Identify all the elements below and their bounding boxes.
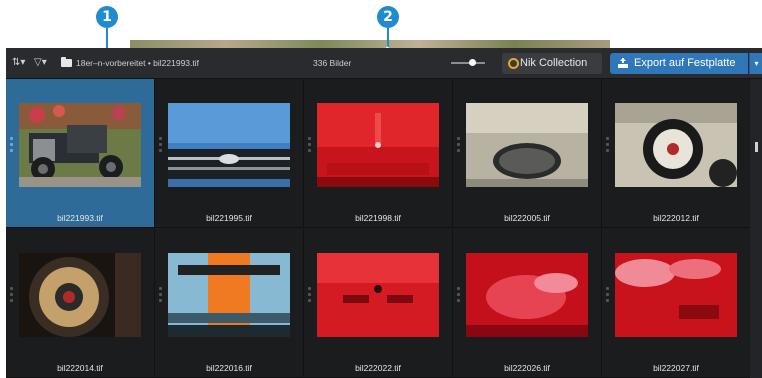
thumbnail-vintage-car (19, 103, 141, 187)
thumbnail-cell[interactable]: bil222027.tif (602, 229, 751, 378)
filter-icon[interactable]: ▽▾ (34, 48, 52, 78)
thumbnail-gulf-stripes (168, 253, 290, 337)
rating-dots (159, 137, 162, 157)
rating-dots (308, 137, 311, 157)
image-count: 336 Bilder (313, 58, 352, 68)
thumbnail-size-slider-handle[interactable] (469, 59, 476, 66)
rating-dots (457, 137, 460, 157)
photo-browser-window: ⇅▾ ▽▾ 18er–n-vorbereitet • bil221993.tif… (6, 48, 762, 378)
thumbnail-filename: bil222014.tif (57, 363, 103, 373)
thumbnail-bonneville-hood (317, 103, 439, 187)
thumbnail-cell[interactable]: bil221993.tif (6, 79, 155, 228)
rating-dots (606, 287, 609, 307)
browser-toolbar: ⇅▾ ▽▾ 18er–n-vorbereitet • bil221993.tif… (6, 48, 762, 79)
thumbnail-silver-grille (466, 103, 588, 187)
thumbnail-red-hood-vents (317, 253, 439, 337)
background-image-strip (130, 40, 610, 48)
export-label: Export auf Festplatte (634, 57, 736, 69)
callout-1: 1 (96, 6, 118, 28)
scrollbar-handle[interactable] (755, 142, 758, 152)
thumbnail-filename: bil221995.tif (206, 213, 252, 223)
thumbnail-cell[interactable]: bil222014.tif (6, 229, 155, 378)
thumbnail-filename: bil222027.tif (653, 363, 699, 373)
rating-dots (10, 137, 13, 157)
thumbnail-cell[interactable]: bil222026.tif (453, 229, 602, 378)
thumbnail-filename: bil222012.tif (653, 213, 699, 223)
thumbnail-cell[interactable]: bil222022.tif (304, 229, 453, 378)
thumbnail-filename: bil222005.tif (504, 213, 550, 223)
export-icon (618, 58, 628, 68)
rating-dots (159, 287, 162, 307)
grid-scrollbar[interactable] (750, 79, 762, 378)
thumbnail-filename: bil221998.tif (355, 213, 401, 223)
rating-dots (457, 287, 460, 307)
breadcrumb[interactable]: 18er–n-vorbereitet • bil221993.tif (76, 48, 199, 78)
sort-icon[interactable]: ⇅▾ (12, 48, 28, 78)
nik-collection-icon (508, 58, 519, 69)
thumbnail-spoked-wheel (19, 253, 141, 337)
thumbnail-red-fender (615, 253, 737, 337)
thumbnail-filename: bil222016.tif (206, 363, 252, 373)
thumbnail-cell[interactable]: bil221998.tif (304, 79, 453, 228)
thumbnail-cell[interactable]: bil222012.tif (602, 79, 751, 228)
thumbnail-filename: bil221993.tif (57, 213, 103, 223)
thumbnail-red-reflection (466, 253, 588, 337)
export-to-disk-button[interactable]: Export auf Festplatte (610, 53, 748, 74)
thumbnail-mustang-grille (168, 103, 290, 187)
folder-icon (61, 57, 72, 67)
callout-2: 2 (377, 6, 399, 28)
nik-collection-button[interactable]: Nik Collection (502, 53, 602, 74)
thumbnail-spare-wheel (615, 103, 737, 187)
thumbnail-cell[interactable]: bil222005.tif (453, 79, 602, 228)
thumbnail-cell[interactable]: bil221995.tif (155, 79, 304, 228)
rating-dots (606, 137, 609, 157)
rating-dots (308, 287, 311, 307)
thumbnail-filename: bil222022.tif (355, 363, 401, 373)
thumbnail-size-slider[interactable] (451, 62, 485, 64)
export-dropdown-button[interactable]: ▾ (749, 53, 762, 74)
nik-collection-label: Nik Collection (520, 57, 588, 69)
thumbnail-filename: bil222026.tif (504, 363, 550, 373)
rating-dots (10, 287, 13, 307)
thumbnail-cell[interactable]: bil222016.tif (155, 229, 304, 378)
thumbnail-grid: bil221993.tif bil221995.tif bil221998.ti… (6, 79, 751, 378)
